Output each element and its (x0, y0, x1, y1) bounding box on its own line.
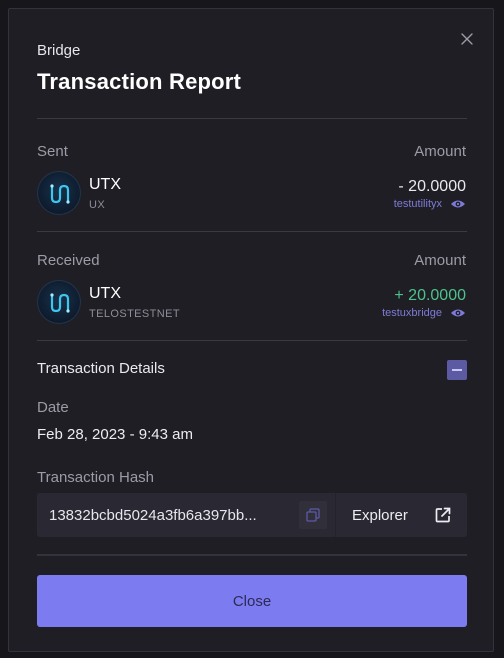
received-amount: + 20.0000 (394, 287, 466, 304)
close-icon[interactable] (459, 31, 475, 47)
received-account-row: testuxbridge (382, 307, 466, 319)
transaction-hash-value[interactable]: 13832bcbd5024a3fb6a397bb... (49, 507, 257, 524)
sent-chain-name: UX (89, 199, 106, 211)
transaction-hash-label: Transaction Hash (37, 469, 154, 486)
received-chain-name: TELOSTESTNET (89, 308, 180, 320)
divider (37, 118, 467, 119)
sent-token-name: UTX (89, 176, 121, 193)
sent-label: Sent (37, 143, 68, 160)
date-label: Date (37, 399, 69, 416)
utx-logo-icon (37, 171, 81, 215)
modal-title: Transaction Report (37, 69, 242, 94)
transaction-report-modal: Bridge Transaction Report Sent Amount UT… (8, 8, 494, 652)
copy-icon (306, 508, 320, 527)
close-button[interactable]: Close (37, 575, 467, 627)
modal-subtitle: Bridge (37, 42, 81, 59)
copy-hash-button[interactable] (299, 501, 327, 529)
explorer-label: Explorer (352, 507, 408, 524)
sent-account-name[interactable]: testutilityx (394, 198, 442, 210)
divider (37, 231, 467, 232)
date-value: Feb 28, 2023 - 9:43 am (37, 426, 193, 443)
received-amount-label: Amount (414, 252, 466, 269)
received-label: Received (37, 252, 100, 269)
eye-icon[interactable] (450, 307, 466, 319)
sent-amount-label: Amount (414, 143, 466, 160)
external-link-icon (435, 507, 451, 528)
transaction-details-title: Transaction Details (37, 360, 165, 377)
sent-amount: - 20.0000 (398, 178, 466, 195)
received-token-name: UTX (89, 285, 121, 302)
sent-account-row: testutilityx (394, 198, 466, 210)
divider (37, 554, 467, 556)
eye-icon[interactable] (450, 198, 466, 210)
divider (37, 340, 467, 341)
transaction-hash-box: 13832bcbd5024a3fb6a397bb... Explorer (37, 493, 467, 537)
utx-logo-icon (37, 280, 81, 324)
received-account-name[interactable]: testuxbridge (382, 307, 442, 319)
collapse-details-button[interactable] (447, 360, 467, 380)
explorer-button[interactable]: Explorer (336, 493, 467, 537)
